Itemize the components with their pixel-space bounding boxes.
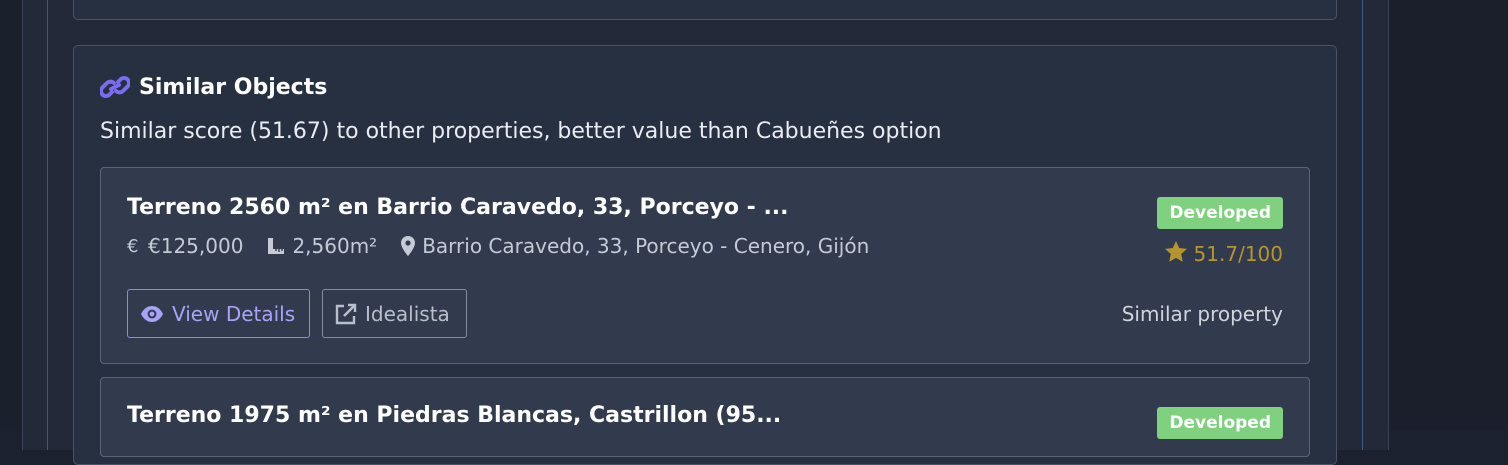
- euro-icon: €: [127, 237, 141, 255]
- property-card: Terreno 2560 m² en Barrio Caravedo, 33, …: [100, 167, 1310, 364]
- status-badge: Developed: [1157, 407, 1283, 439]
- idealista-label: Idealista: [365, 301, 450, 326]
- link-icon: [100, 74, 130, 100]
- property-score: 51.7/100: [1164, 241, 1283, 267]
- previous-section-card: [73, 0, 1337, 20]
- external-link-icon: [335, 303, 357, 325]
- ruler-icon: [267, 237, 285, 255]
- similarity-note: Similar property: [1121, 302, 1283, 326]
- property-meta: € €125,000 2,560m² Barrio Caravedo, 33, …: [127, 234, 893, 258]
- view-details-button[interactable]: View Details: [127, 289, 310, 338]
- view-details-label: View Details: [172, 301, 296, 326]
- property-title: Terreno 2560 m² en Barrio Caravedo, 33, …: [127, 195, 789, 220]
- star-icon: [1164, 241, 1187, 267]
- price-meta: € €125,000: [127, 234, 243, 258]
- section-header: Similar Objects: [100, 72, 327, 102]
- property-area: 2,560m²: [292, 234, 378, 258]
- page-background-left: [0, 0, 22, 430]
- svg-text:€: €: [127, 237, 138, 255]
- map-pin-icon: [401, 236, 416, 256]
- property-price: €125,000: [148, 234, 244, 258]
- section-summary: Similar score (51.67) to other propertie…: [100, 119, 942, 144]
- property-title: Terreno 1975 m² en Piedras Blancas, Cast…: [127, 403, 782, 428]
- eye-icon: [140, 305, 164, 323]
- location-meta: Barrio Caravedo, 33, Porceyo - Cenero, G…: [401, 234, 869, 258]
- area-meta: 2,560m²: [267, 234, 377, 258]
- property-location: Barrio Caravedo, 33, Porceyo - Cenero, G…: [422, 234, 870, 258]
- page-background-right: [1390, 0, 1508, 430]
- section-title: Similar Objects: [139, 74, 328, 100]
- status-badge: Developed: [1157, 197, 1283, 229]
- idealista-button[interactable]: Idealista: [322, 289, 467, 338]
- score-value: 51.7/100: [1193, 242, 1283, 266]
- property-card: Terreno 1975 m² en Piedras Blancas, Cast…: [100, 377, 1310, 457]
